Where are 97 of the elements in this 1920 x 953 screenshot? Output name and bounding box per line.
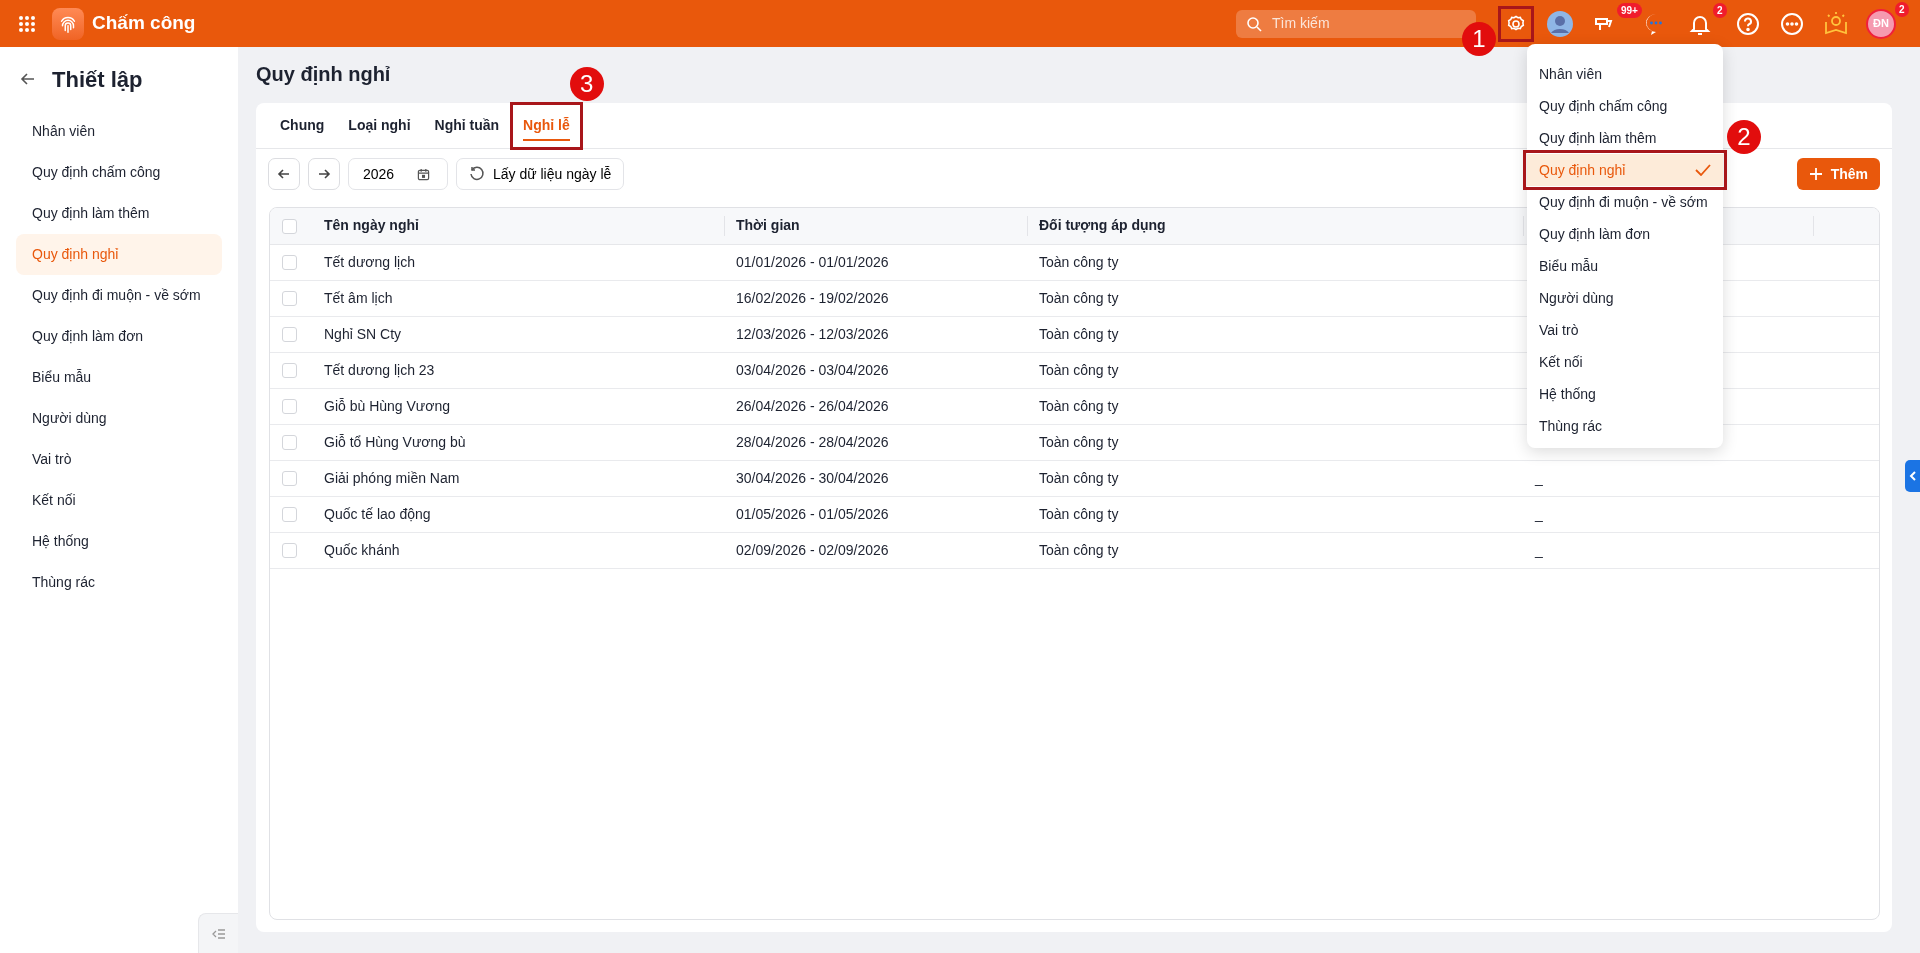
checkbox[interactable] <box>282 291 297 307</box>
table-cell: Tết âm lịch <box>324 289 393 306</box>
tab[interactable]: Loại nghỉ <box>336 102 423 149</box>
table-cell: Toàn công ty <box>1039 433 1119 450</box>
sidebar-item[interactable]: Quy định đi muộn - về sớm <box>16 275 222 316</box>
table-cell: Toàn công ty <box>1039 397 1119 414</box>
table-cell: 01/05/2026 - 01/05/2026 <box>736 505 889 522</box>
column-header: Đối tượng áp dụng <box>1039 217 1166 234</box>
menu-item[interactable]: Hệ thống <box>1527 378 1723 410</box>
checkbox[interactable] <box>282 507 297 523</box>
notification-badge: 99+ <box>1617 2 1642 18</box>
page-title: Quy định nghỉ <box>256 62 391 87</box>
arrow-right-icon <box>317 167 331 181</box>
sidebar-title: Thiết lập <box>52 65 143 94</box>
collapse-sidebar-button[interactable] <box>198 913 238 953</box>
refresh-icon <box>469 166 485 182</box>
expand-panel-button[interactable] <box>1905 460 1920 492</box>
menu-item[interactable]: Quy định làm thêm <box>1527 122 1723 154</box>
checkbox[interactable] <box>282 471 297 487</box>
table-cell: Quốc khánh <box>324 541 400 558</box>
checkbox[interactable] <box>282 255 297 271</box>
table-cell: Giải phóng miền Nam <box>324 469 460 486</box>
checkbox[interactable] <box>282 327 297 343</box>
sidebar-item[interactable]: Người dùng <box>16 398 222 439</box>
table-cell: _ <box>1535 469 1543 486</box>
tab[interactable]: Chung <box>268 102 337 149</box>
sidebar-item[interactable]: Quy định làm đơn <box>16 316 222 357</box>
checkbox[interactable] <box>282 219 297 235</box>
notification-badge: 2 <box>1713 2 1727 18</box>
table-cell: 16/02/2026 - 19/02/2026 <box>736 289 889 306</box>
table-cell: Toàn công ty <box>1039 361 1119 378</box>
menu-item[interactable]: Quy định làm đơn <box>1527 218 1723 250</box>
menu-item[interactable]: Người dùng <box>1527 282 1723 314</box>
sidebar-item[interactable]: Nhân viên <box>16 111 222 152</box>
next-year-button[interactable] <box>308 158 340 190</box>
sidebar-item[interactable]: Kết nối <box>16 480 222 521</box>
chevron-left-icon <box>1908 471 1917 481</box>
table-cell: 30/04/2026 - 30/04/2026 <box>736 469 889 486</box>
previous-year-button[interactable] <box>268 158 300 190</box>
checkbox[interactable] <box>282 363 297 379</box>
plus-icon <box>1808 167 1823 181</box>
checkbox[interactable] <box>282 399 297 415</box>
menu-item[interactable]: Nhân viên <box>1527 58 1723 90</box>
year-picker[interactable]: 2026 <box>348 158 448 190</box>
table-cell: Giỗ tổ Hùng Vương bù <box>324 433 466 450</box>
sidebar-item[interactable]: Quy định làm thêm <box>16 193 222 234</box>
table-cell: _ <box>1535 541 1543 558</box>
column-header: Tên ngày nghỉ <box>324 217 419 234</box>
table-cell: 02/09/2026 - 02/09/2026 <box>736 541 889 558</box>
tab[interactable]: Nghỉ lễ <box>511 102 582 149</box>
table-cell: Giỗ bù Hùng Vương <box>324 397 450 414</box>
add-button[interactable]: Thêm <box>1796 158 1880 190</box>
table-cell: 01/01/2026 - 01/01/2026 <box>736 253 889 270</box>
table-cell: Toàn công ty <box>1039 253 1119 270</box>
table-cell: Nghỉ SN Cty <box>324 325 402 342</box>
table-cell: Toàn công ty <box>1039 325 1119 342</box>
table-cell: _ <box>1535 505 1543 522</box>
notification-badge: 2 <box>1895 1 1909 17</box>
table-cell: 03/04/2026 - 03/04/2026 <box>736 361 889 378</box>
apps-icon[interactable] <box>18 14 36 33</box>
user-avatar-icon[interactable] <box>1546 9 1574 38</box>
menu-item[interactable]: Vai trò <box>1527 314 1723 346</box>
menu-item[interactable]: Quy định đi muộn - về sớm <box>1527 186 1723 218</box>
step-number: 3 <box>569 66 604 101</box>
sidebar-item[interactable]: Biểu mẫu <box>16 357 222 398</box>
menu-item[interactable]: Quy định chấm công <box>1527 90 1723 122</box>
table-cell: Toàn công ty <box>1039 541 1119 558</box>
fetch-holidays-button[interactable]: Lấy dữ liệu ngày lễ <box>456 158 625 190</box>
arrow-left-icon <box>277 167 291 181</box>
sidebar-item[interactable]: Vai trò <box>16 439 222 480</box>
collapse-icon <box>211 928 226 939</box>
sidebar-item[interactable]: Quy định chấm công <box>16 152 222 193</box>
table-cell: 26/04/2026 - 26/04/2026 <box>736 397 889 414</box>
calendar-icon <box>417 167 430 181</box>
table-cell: Tết dương lịch 23 <box>324 361 435 378</box>
checkbox[interactable] <box>282 543 297 559</box>
fingerprint-logo-icon <box>52 7 84 40</box>
column-header: Thời gian <box>736 217 800 234</box>
back-arrow-icon[interactable] <box>20 71 36 87</box>
sidebar-item[interactable]: Hệ thống <box>16 521 222 562</box>
search-input[interactable]: Tìm kiếm <box>1270 12 1460 35</box>
menu-item[interactable]: Kết nối <box>1527 346 1723 378</box>
search-icon <box>1246 15 1262 32</box>
check-icon <box>1695 164 1711 176</box>
app-title: Chấm công <box>92 11 196 36</box>
menu-item[interactable]: Thùng rác <box>1527 410 1723 442</box>
tab[interactable]: Nghỉ tuần <box>422 102 512 149</box>
table-cell: Tết dương lịch <box>324 253 415 270</box>
table-cell: Toàn công ty <box>1039 469 1119 486</box>
table-cell: Toàn công ty <box>1039 289 1119 306</box>
table-cell: Quốc tế lao động <box>324 505 431 522</box>
table-cell: 12/03/2026 - 12/03/2026 <box>736 325 889 342</box>
table-cell: 28/04/2026 - 28/04/2026 <box>736 433 889 450</box>
table-cell: Toàn công ty <box>1039 505 1119 522</box>
menu-item[interactable]: Biểu mẫu <box>1527 250 1723 282</box>
checkbox[interactable] <box>282 435 297 451</box>
sidebar-item[interactable]: Thùng rác <box>16 562 222 603</box>
